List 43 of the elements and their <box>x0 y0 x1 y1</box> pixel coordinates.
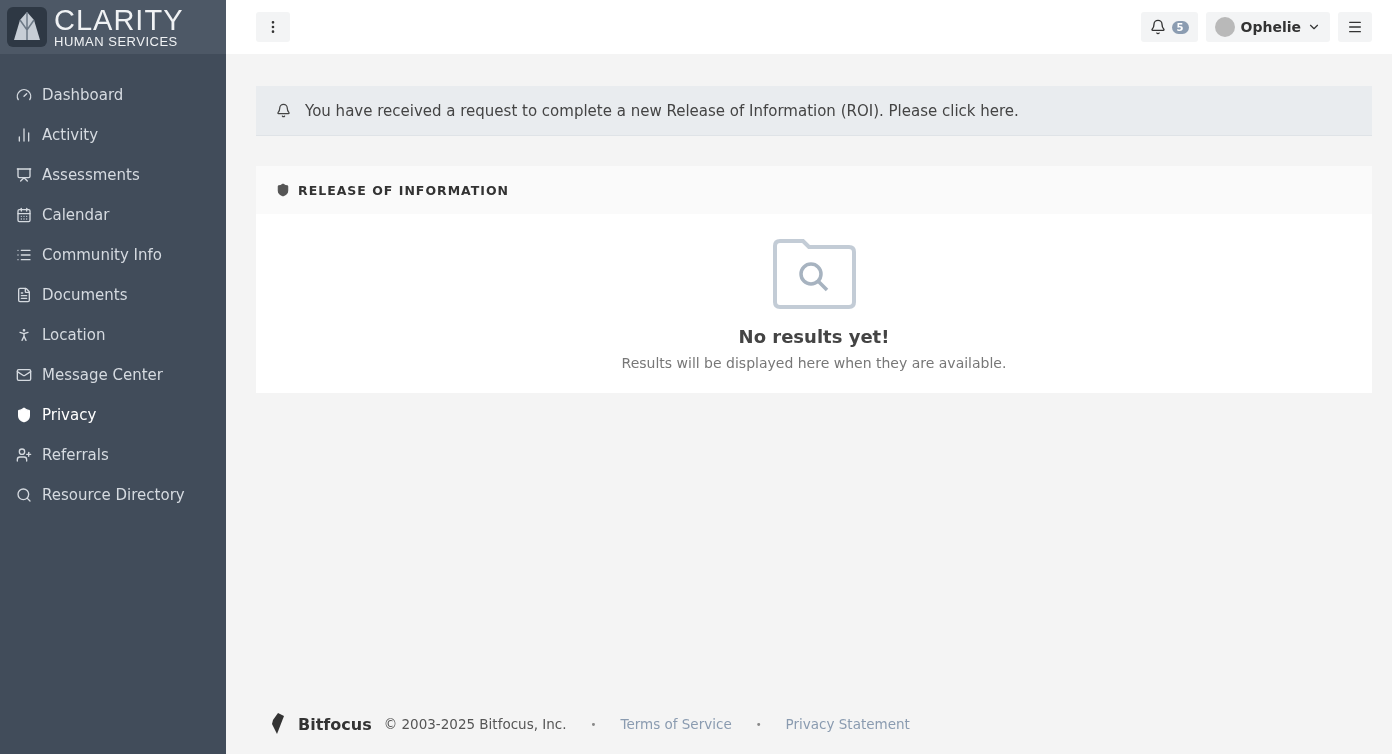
footer-separator: • <box>589 718 598 730</box>
empty-message: Results will be displayed here when they are available. <box>621 355 1007 371</box>
sidebar-item[interactable]: Privacy <box>0 395 226 435</box>
shield-icon <box>16 407 32 423</box>
list-icon <box>16 247 32 263</box>
crystal-logo-icon <box>6 6 48 48</box>
sidebar-item[interactable]: Calendar <box>0 195 226 235</box>
search-icon <box>16 487 32 503</box>
copyright-text: © 2003-2025 Bitfocus, Inc. <box>383 716 567 732</box>
brand-subtitle: HUMAN SERVICES <box>54 35 179 48</box>
notification-alert[interactable]: You have received a request to complete a new Release of Information (ROI). Please click here. <box>256 86 1372 136</box>
bell-icon <box>276 103 291 118</box>
person-icon <box>16 327 32 343</box>
empty-title: No results yet! <box>738 326 890 347</box>
footer-separator: • <box>754 718 763 730</box>
sidebar-item[interactable]: Dashboard <box>0 75 226 115</box>
bar-chart-icon <box>16 127 32 143</box>
user-menu-button[interactable]: Ophelie <box>1205 12 1330 42</box>
sidebar-item[interactable]: Community Info <box>0 235 226 275</box>
sidebar-item[interactable]: Documents <box>0 275 226 315</box>
alert-text: You have received a request to complete a new Release of Information (ROI). Please click here. <box>305 101 1019 120</box>
avatar-icon <box>1214 17 1235 37</box>
presentation-icon <box>16 167 32 183</box>
calendar-icon <box>16 207 32 223</box>
sidebar-item[interactable]: Message Center <box>0 355 226 395</box>
sidebar-item[interactable]: Activity <box>0 115 226 155</box>
panel-title: RELEASE OF INFORMATION <box>298 182 510 198</box>
shield-icon <box>276 183 290 197</box>
envelope-icon <box>16 367 32 383</box>
bell-icon <box>1149 19 1166 35</box>
brand-title: CLARITY <box>54 6 184 35</box>
sidebar-item[interactable]: Assessments <box>0 155 226 195</box>
gauge-icon <box>16 87 32 103</box>
notification-count: 5 <box>1171 20 1189 34</box>
footer-brand: Bitfocus <box>298 714 372 734</box>
folder-search-icon <box>771 238 857 310</box>
menu-icon <box>1347 19 1363 35</box>
menu-button[interactable] <box>1338 12 1372 42</box>
add-user-icon <box>16 447 32 463</box>
sidebar-item[interactable]: Location <box>0 315 226 355</box>
document-icon <box>16 287 32 303</box>
sidebar-item[interactable]: Referrals <box>0 435 226 475</box>
sidebar-item[interactable]: Resource Directory <box>0 475 226 515</box>
